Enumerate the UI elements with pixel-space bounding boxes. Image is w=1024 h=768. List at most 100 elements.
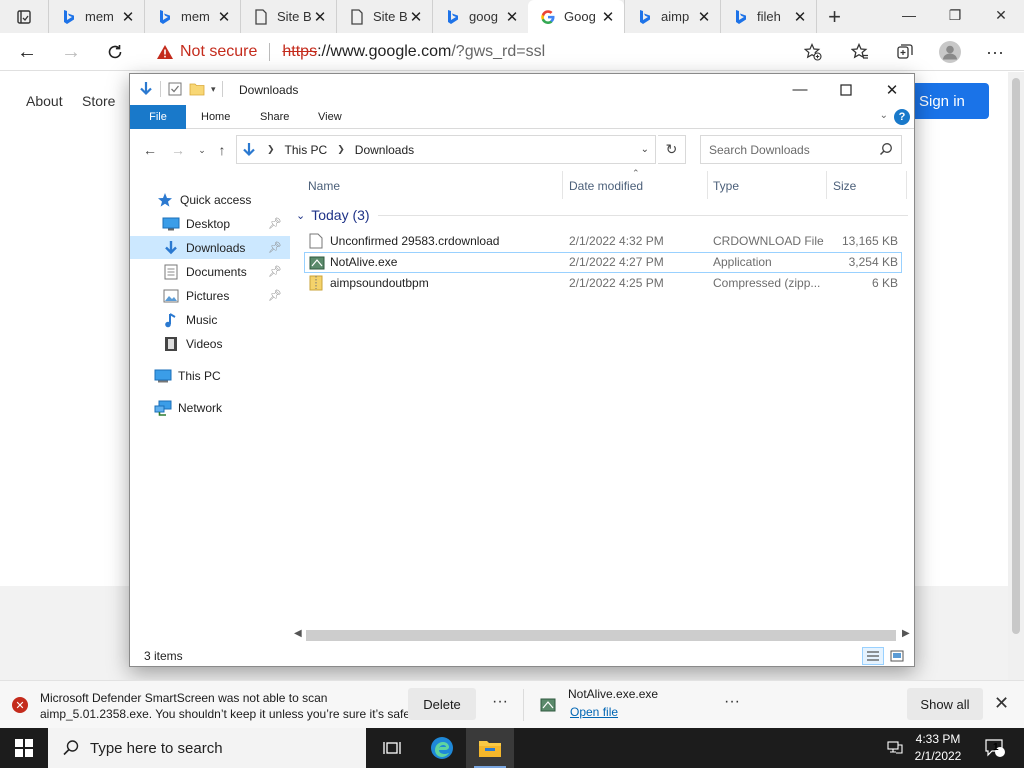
details-view-icon[interactable] xyxy=(862,647,884,665)
column-header-size[interactable]: Size xyxy=(833,175,856,197)
search-input[interactable]: Search Downloads xyxy=(700,135,902,164)
file-explorer-taskbar-button[interactable] xyxy=(466,728,514,768)
ribbon-tab-home[interactable]: Home xyxy=(201,105,230,129)
chevron-right-icon[interactable]: ❯ xyxy=(337,144,345,155)
browser-tab[interactable]: aimp ✕ xyxy=(624,0,720,33)
minimize-icon[interactable]: — xyxy=(886,0,932,30)
file-row-selected[interactable]: NotAlive.exe 2/1/2022 4:27 PM Applicatio… xyxy=(304,252,902,273)
file-row[interactable]: aimpsoundoutbpm 2/1/2022 4:25 PM Compres… xyxy=(304,273,902,294)
properties-check-icon[interactable] xyxy=(167,81,183,97)
show-all-button[interactable]: Show all xyxy=(907,688,983,720)
nav-item-music[interactable]: Music xyxy=(130,308,290,331)
about-link[interactable]: About xyxy=(26,93,63,109)
profile-button[interactable] xyxy=(935,37,965,67)
nav-item-videos[interactable]: Videos xyxy=(130,332,290,355)
open-file-link[interactable]: Open file xyxy=(570,705,618,719)
large-icons-view-icon[interactable] xyxy=(886,647,908,665)
chevron-down-icon[interactable]: ⌄ xyxy=(641,144,649,155)
more-options-icon[interactable]: ··· xyxy=(492,693,508,711)
favorites-button[interactable] xyxy=(845,37,875,67)
forward-button[interactable]: → xyxy=(168,140,188,160)
task-view-button[interactable] xyxy=(368,728,416,768)
tab-close-icon[interactable]: ✕ xyxy=(696,8,712,26)
horizontal-scrollbar[interactable]: ◀ ▶ xyxy=(292,627,914,643)
pin-icon[interactable]: 📌︎ xyxy=(268,241,282,254)
not-secure-label[interactable]: Not secure xyxy=(180,43,257,61)
browser-tab-active[interactable]: Goog ✕ xyxy=(528,0,624,33)
settings-more-button[interactable]: ··· xyxy=(980,37,1010,67)
chevron-right-icon[interactable]: ❯ xyxy=(267,144,275,155)
up-button[interactable]: ↑ xyxy=(212,140,232,160)
scroll-right-icon[interactable]: ▶ xyxy=(902,628,910,639)
column-header-date[interactable]: Date modified xyxy=(569,175,643,197)
file-row[interactable]: Unconfirmed 29583.crdownload 2/1/2022 4:… xyxy=(304,231,902,252)
download-file-name[interactable]: NotAlive.exe.exe xyxy=(568,687,658,701)
nav-item-documents[interactable]: Documents 📌︎ xyxy=(130,260,290,283)
close-button[interactable]: ✕ xyxy=(869,74,915,105)
back-button[interactable]: ← xyxy=(140,140,160,160)
tab-close-icon[interactable]: ✕ xyxy=(408,8,424,26)
browser-tab[interactable]: Site B ✕ xyxy=(336,0,432,33)
network-tray-button[interactable] xyxy=(884,728,906,768)
refresh-button[interactable]: ↻ xyxy=(658,135,686,164)
browser-tab[interactable]: Site B ✕ xyxy=(240,0,336,33)
address-bar[interactable]: Not secure https://www.google.com/?gws_r… xyxy=(146,36,840,68)
start-button[interactable] xyxy=(0,728,48,768)
column-divider[interactable] xyxy=(562,171,563,199)
browser-tab[interactable]: mem ✕ xyxy=(144,0,240,33)
edge-taskbar-button[interactable] xyxy=(418,728,466,768)
new-tab-button[interactable]: + xyxy=(816,0,852,33)
tab-close-icon[interactable]: ✕ xyxy=(600,8,616,26)
ribbon-tab-file[interactable]: File xyxy=(130,105,186,129)
group-header-today[interactable]: ⌄ Today (3) xyxy=(296,205,908,225)
forward-button[interactable]: → xyxy=(56,37,86,67)
tab-close-icon[interactable]: ✕ xyxy=(120,8,136,26)
ribbon-tab-share[interactable]: Share xyxy=(260,105,289,129)
scrollbar-thumb[interactable] xyxy=(306,630,896,641)
pin-icon[interactable]: 📌︎ xyxy=(268,289,282,302)
add-favorite-button[interactable] xyxy=(798,37,828,67)
sign-in-button[interactable]: Sign in xyxy=(902,83,989,119)
tab-actions-button[interactable] xyxy=(0,0,48,33)
close-shelf-icon[interactable]: ✕ xyxy=(994,693,1009,714)
system-clock[interactable]: 4:33 PM 2/1/2022 xyxy=(906,731,970,765)
browser-tab[interactable]: goog ✕ xyxy=(432,0,528,33)
scrollbar-thumb[interactable] xyxy=(1012,78,1020,634)
tab-close-icon[interactable]: ✕ xyxy=(792,8,808,26)
close-icon[interactable]: ✕ xyxy=(978,0,1024,30)
browser-tab[interactable]: fileh ✕ xyxy=(720,0,816,33)
minimize-button[interactable]: — xyxy=(777,74,823,105)
page-scrollbar[interactable] xyxy=(1008,72,1024,680)
new-folder-icon[interactable] xyxy=(189,81,205,97)
restore-icon[interactable]: ❐ xyxy=(932,0,978,30)
nav-item-this-pc[interactable]: This PC xyxy=(130,364,290,387)
scroll-left-icon[interactable]: ◀ xyxy=(294,628,302,639)
column-header-name[interactable]: Name xyxy=(308,175,340,197)
pin-icon[interactable]: 📌︎ xyxy=(268,217,282,230)
nav-item-quick-access[interactable]: Quick access xyxy=(130,188,290,211)
breadcrumb-downloads[interactable]: Downloads xyxy=(355,143,414,157)
back-button[interactable]: ← xyxy=(12,37,42,67)
column-header-type[interactable]: Type xyxy=(713,175,739,197)
breadcrumb-this-pc[interactable]: This PC xyxy=(285,143,328,157)
nav-item-downloads[interactable]: Downloads 📌︎ xyxy=(130,236,290,259)
notifications-button[interactable]: 1 xyxy=(980,728,1010,768)
ribbon-tab-view[interactable]: View xyxy=(318,105,342,129)
recent-locations-button[interactable]: ⌄ xyxy=(192,140,212,160)
refresh-button[interactable] xyxy=(100,37,130,67)
maximize-button[interactable] xyxy=(823,74,869,105)
pin-icon[interactable]: 📌︎ xyxy=(268,265,282,278)
tab-close-icon[interactable]: ✕ xyxy=(216,8,232,26)
nav-item-pictures[interactable]: Pictures 📌︎ xyxy=(130,284,290,307)
qat-dropdown-icon[interactable]: ▾ xyxy=(211,84,216,95)
column-divider[interactable] xyxy=(707,171,708,199)
column-divider[interactable] xyxy=(826,171,827,199)
column-divider[interactable] xyxy=(906,171,907,199)
help-icon[interactable]: ? xyxy=(894,109,910,125)
expand-ribbon-icon[interactable]: ⌄ xyxy=(880,110,888,121)
taskbar-search-input[interactable]: Type here to search xyxy=(48,728,366,768)
breadcrumb[interactable]: ❯ This PC ❯ Downloads ⌄ xyxy=(236,135,656,164)
more-options-icon[interactable]: ··· xyxy=(724,693,740,711)
store-link[interactable]: Store xyxy=(82,93,115,109)
tab-close-icon[interactable]: ✕ xyxy=(504,8,520,26)
